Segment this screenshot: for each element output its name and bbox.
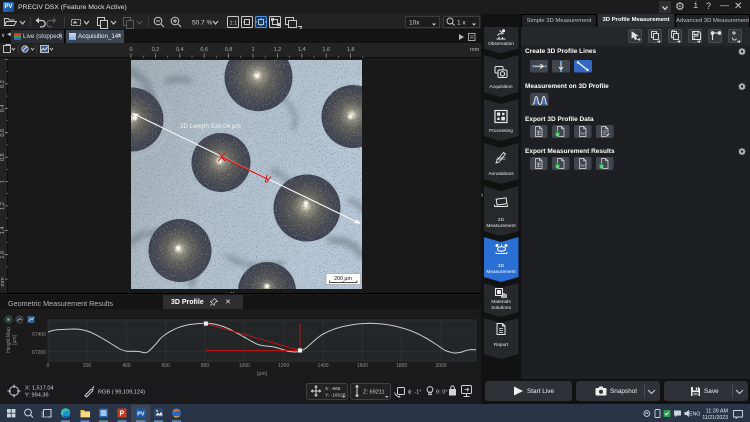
svg-text:Y: -16026: Y: -16026 bbox=[325, 393, 346, 399]
svg-text:ϕ: -1°: ϕ: -1° bbox=[408, 390, 421, 396]
svg-text:1000: 1000 bbox=[239, 363, 250, 369]
svg-text:X: X bbox=[556, 132, 559, 137]
svg-text:[µm]: [µm] bbox=[12, 334, 18, 344]
svg-text:1800: 1800 bbox=[396, 363, 407, 369]
svg-text:X: X bbox=[600, 164, 603, 169]
svg-text:ABC: ABC bbox=[496, 156, 506, 161]
svg-text:400: 400 bbox=[122, 363, 131, 369]
svg-text:1 x: 1 x bbox=[457, 20, 466, 27]
svg-text:TXT: TXT bbox=[580, 164, 588, 168]
svg-text:PV: PV bbox=[137, 411, 145, 417]
svg-text:800: 800 bbox=[201, 363, 210, 369]
svg-text:Y: 994.36: Y: 994.36 bbox=[25, 393, 49, 399]
svg-text:1600: 1600 bbox=[357, 363, 368, 369]
svg-text:X: -965: X: -965 bbox=[325, 386, 341, 392]
svg-text:1:1: 1:1 bbox=[230, 21, 238, 27]
svg-text:50.7 %: 50.7 % bbox=[192, 20, 212, 27]
svg-text:TXT: TXT bbox=[580, 132, 588, 136]
svg-text:2000: 2000 bbox=[435, 363, 446, 369]
svg-text:67200: 67200 bbox=[32, 350, 46, 356]
svg-text:1200: 1200 bbox=[278, 363, 289, 369]
svg-text:θ: 0°: θ: 0° bbox=[436, 390, 448, 396]
svg-text:[µm]: [µm] bbox=[257, 371, 267, 377]
svg-text:mm: mm bbox=[0, 277, 6, 287]
svg-text:Z: 69211: Z: 69211 bbox=[363, 390, 385, 396]
svg-text:67400: 67400 bbox=[32, 332, 46, 338]
svg-text:RGB ( 99,109,124): RGB ( 99,109,124) bbox=[98, 390, 145, 396]
svg-text:X: 1,517.04: X: 1,517.04 bbox=[25, 386, 54, 392]
svg-text:X: X bbox=[556, 164, 559, 169]
svg-text:0: 0 bbox=[47, 363, 50, 369]
svg-text:ENG: ENG bbox=[689, 412, 700, 418]
svg-text:200 µm: 200 µm bbox=[334, 275, 352, 281]
svg-text:P: P bbox=[120, 411, 125, 418]
svg-text:600: 600 bbox=[162, 363, 171, 369]
svg-text:11/21/2023: 11/21/2023 bbox=[702, 415, 728, 421]
svg-text:200: 200 bbox=[83, 363, 92, 369]
svg-text:1400: 1400 bbox=[317, 363, 328, 369]
svg-text:11:39 AM: 11:39 AM bbox=[706, 408, 729, 414]
svg-text:10x: 10x bbox=[409, 20, 420, 27]
svg-text:3D Length 539.04 µm: 3D Length 539.04 µm bbox=[180, 123, 241, 130]
